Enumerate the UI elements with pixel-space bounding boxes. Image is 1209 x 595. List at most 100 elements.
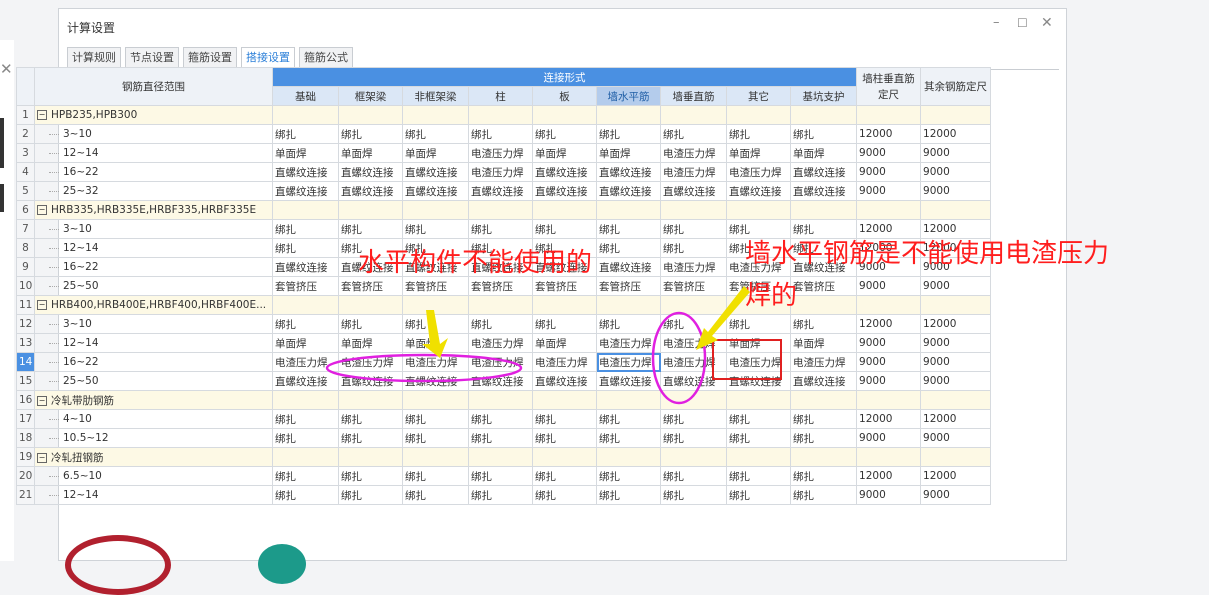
- connection-cell[interactable]: 电渣压力焊: [402, 352, 469, 372]
- connection-cell[interactable]: 绑扎: [338, 314, 403, 334]
- connection-cell[interactable]: 绑扎: [660, 238, 727, 258]
- connection-cell[interactable]: 电渣压力焊: [726, 162, 791, 182]
- wall-length-cell[interactable]: 9000: [856, 276, 922, 296]
- connection-cell[interactable]: 套管挤压: [660, 276, 727, 296]
- connection-cell[interactable]: 绑扎: [272, 409, 339, 429]
- table-row[interactable]: 2 3~10 绑扎 绑扎 绑扎 绑扎 绑扎 绑扎 绑扎 绑扎 绑扎 12000 12000: [16, 124, 992, 144]
- connection-cell[interactable]: 直螺纹连接: [660, 181, 727, 201]
- connection-cell[interactable]: 绑扎: [532, 485, 597, 505]
- connection-cell[interactable]: 绑扎: [532, 219, 597, 239]
- connection-cell[interactable]: 绑扎: [726, 428, 791, 448]
- connection-cell[interactable]: 绑扎: [272, 124, 339, 144]
- connection-cell[interactable]: 单面焊: [272, 143, 339, 163]
- connection-cell[interactable]: 绑扎: [338, 409, 403, 429]
- connection-cell[interactable]: 直螺纹连接: [532, 162, 597, 182]
- other-length-cell[interactable]: 9000: [920, 352, 992, 372]
- connection-cell[interactable]: 绑扎: [272, 466, 339, 486]
- connection-cell[interactable]: 直螺纹连接: [789, 162, 858, 182]
- connection-cell[interactable]: 电渣压力焊: [468, 352, 533, 372]
- connection-cell[interactable]: 绑扎: [726, 314, 791, 334]
- connection-cell[interactable]: 直螺纹连接: [402, 371, 469, 391]
- connection-cell[interactable]: 绑扎: [596, 409, 661, 429]
- row-number[interactable]: 8: [16, 238, 35, 258]
- other-length-cell[interactable]: 9000: [920, 485, 992, 505]
- connection-cell[interactable]: 套管挤压: [402, 276, 469, 296]
- connection-cell[interactable]: 套管挤压: [468, 276, 533, 296]
- wall-length-cell[interactable]: 12000: [856, 409, 922, 429]
- connection-cell[interactable]: 绑扎: [402, 124, 469, 144]
- connection-cell[interactable]: 绑扎: [338, 219, 403, 239]
- table-row[interactable]: 3 12~14 单面焊 单面焊 单面焊 电渣压力焊 单面焊 单面焊 电渣压力焊 单面焊 单面焊 900…: [16, 143, 992, 163]
- connection-cell[interactable]: 电渣压力焊: [660, 143, 727, 163]
- row-number[interactable]: 11: [16, 295, 35, 315]
- connection-cell[interactable]: 直螺纹连接: [272, 162, 339, 182]
- connection-cell[interactable]: 电渣压力焊: [338, 352, 403, 372]
- range-cell[interactable]: 12~14: [34, 238, 273, 258]
- table-row[interactable]: 7 3~10 绑扎 绑扎 绑扎 绑扎 绑扎 绑扎 绑扎 绑扎 绑扎 12000 12000: [16, 219, 992, 239]
- row-number[interactable]: 2: [16, 124, 35, 144]
- other-length-cell[interactable]: 9000: [920, 181, 992, 201]
- connection-cell[interactable]: 绑扎: [532, 428, 597, 448]
- connection-cell[interactable]: 绑扎: [596, 428, 661, 448]
- range-cell[interactable]: 16~22: [34, 162, 273, 182]
- connection-cell[interactable]: 直螺纹连接: [596, 162, 661, 182]
- wall-length-cell[interactable]: 12000: [856, 219, 922, 239]
- connection-cell[interactable]: 直螺纹连接: [338, 162, 403, 182]
- connection-cell[interactable]: 绑扎: [272, 428, 339, 448]
- connection-cell[interactable]: 绑扎: [726, 124, 791, 144]
- row-number[interactable]: 5: [16, 181, 35, 201]
- connection-cell[interactable]: 单面焊: [272, 333, 339, 353]
- connection-cell[interactable]: 直螺纹连接: [338, 181, 403, 201]
- wall-length-cell[interactable]: 9000: [856, 143, 922, 163]
- range-cell[interactable]: 25~32: [34, 181, 273, 201]
- wall-length-cell[interactable]: 9000: [856, 371, 922, 391]
- table-row[interactable]: 16− 冷轧带肋钢筋: [16, 390, 992, 410]
- connection-cell[interactable]: 绑扎: [789, 485, 858, 505]
- range-cell[interactable]: 25~50: [34, 276, 273, 296]
- connection-cell[interactable]: 单面焊: [726, 143, 791, 163]
- other-length-cell[interactable]: 12000: [920, 314, 992, 334]
- connection-cell[interactable]: 绑扎: [338, 428, 403, 448]
- connection-cell[interactable]: 电渣压力焊: [468, 162, 533, 182]
- connection-cell[interactable]: 绑扎: [726, 485, 791, 505]
- wall-length-cell[interactable]: 9000: [856, 181, 922, 201]
- connection-cell[interactable]: 电渣压力焊: [789, 352, 858, 372]
- collapse-icon[interactable]: −: [37, 300, 47, 310]
- connection-cell[interactable]: 套管挤压: [789, 276, 858, 296]
- table-row[interactable]: 14 16~22 电渣压力焊 电渣压力焊 电渣压力焊 电渣压力焊 电渣压力焊 电渣压力焊 电渣压…: [16, 352, 992, 372]
- row-number[interactable]: 15: [16, 371, 35, 391]
- other-length-cell[interactable]: 12000: [920, 466, 992, 486]
- connection-cell[interactable]: 直螺纹连接: [272, 181, 339, 201]
- table-row[interactable]: 12 3~10 绑扎 绑扎 绑扎 绑扎 绑扎 绑扎 绑扎 绑扎 绑扎 12000 12000: [16, 314, 992, 334]
- connection-cell[interactable]: 绑扎: [402, 314, 469, 334]
- connection-cell[interactable]: 绑扎: [402, 485, 469, 505]
- row-number[interactable]: 14: [16, 352, 35, 372]
- minimize-icon[interactable]: –: [993, 15, 1000, 30]
- connection-cell[interactable]: 电渣压力焊: [726, 352, 791, 372]
- connection-cell[interactable]: 电渣压力焊: [468, 333, 533, 353]
- range-cell[interactable]: 16~22: [34, 257, 273, 277]
- connection-cell[interactable]: 单面焊: [532, 143, 597, 163]
- other-length-cell[interactable]: 9000: [920, 276, 992, 296]
- connection-cell[interactable]: 绑扎: [532, 124, 597, 144]
- connection-cell[interactable]: 电渣压力焊: [468, 143, 533, 163]
- maximize-icon[interactable]: ☐: [1017, 16, 1028, 30]
- tab-stirrup-formula[interactable]: 箍筋公式: [299, 47, 353, 69]
- connection-cell[interactable]: 套管挤压: [272, 276, 339, 296]
- connection-cell[interactable]: 直螺纹连接: [402, 162, 469, 182]
- connection-cell[interactable]: 电渣压力焊: [596, 352, 661, 372]
- other-length-cell[interactable]: 9000: [920, 143, 992, 163]
- connection-cell[interactable]: 绑扎: [338, 485, 403, 505]
- connection-cell[interactable]: 绑扎: [596, 219, 661, 239]
- table-row[interactable]: 6− HRB335,HRB335E,HRBF335,HRBF335E: [16, 200, 992, 220]
- connection-cell[interactable]: 绑扎: [789, 428, 858, 448]
- group-header-cell[interactable]: − HPB235,HPB300: [34, 105, 273, 125]
- range-cell[interactable]: 12~14: [34, 333, 273, 353]
- tab-node-settings[interactable]: 节点设置: [125, 47, 179, 69]
- connection-cell[interactable]: 直螺纹连接: [468, 181, 533, 201]
- connection-cell[interactable]: 绑扎: [789, 466, 858, 486]
- table-row[interactable]: 20 6.5~10 绑扎 绑扎 绑扎 绑扎 绑扎 绑扎 绑扎 绑扎 绑扎 12000 12000: [16, 466, 992, 486]
- connection-cell[interactable]: 绑扎: [660, 314, 727, 334]
- group-header-cell[interactable]: − HRB335,HRB335E,HRBF335,HRBF335E: [34, 200, 273, 220]
- wall-length-cell[interactable]: 9000: [856, 333, 922, 353]
